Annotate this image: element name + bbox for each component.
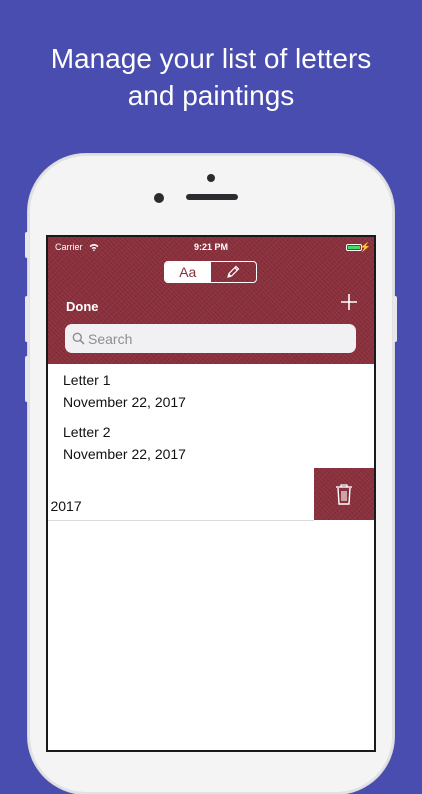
front-camera xyxy=(154,193,164,203)
plus-icon[interactable] xyxy=(340,293,358,311)
search-placeholder: Search xyxy=(88,331,133,347)
letter-date: ber 22, 2017 xyxy=(48,498,82,514)
status-time: 9:21 PM xyxy=(193,242,228,252)
headline: Manage your list of letters and painting… xyxy=(0,40,422,114)
row-separator xyxy=(48,520,314,521)
letter-date: November 22, 2017 xyxy=(63,394,186,410)
magnifier-icon xyxy=(72,332,85,345)
charging-icon: ⚡ xyxy=(359,242,371,252)
letter-date: November 22, 2017 xyxy=(63,446,186,462)
volume-up-button xyxy=(25,296,29,342)
list-item[interactable]: Letter 1 November 22, 2017 xyxy=(48,364,374,416)
mute-switch xyxy=(25,232,29,258)
proximity-sensor xyxy=(207,174,215,182)
pencil-icon xyxy=(227,265,240,278)
list-item-swiped[interactable]: s ber 22, 2017 xyxy=(48,468,314,520)
segment-drawing[interactable] xyxy=(211,262,257,282)
phone-screen: Carrier 9:21 PM ⚡ Aa Done Search Letter … xyxy=(48,237,374,750)
segment-text[interactable]: Aa xyxy=(165,262,211,282)
trash-icon xyxy=(336,484,352,505)
list-item[interactable]: Letter 2 November 22, 2017 xyxy=(48,416,374,468)
headline-line-1: Manage your list of letters xyxy=(50,43,372,74)
navigation-bar: Carrier 9:21 PM ⚡ Aa Done Search xyxy=(48,237,374,364)
status-bar: Carrier 9:21 PM ⚡ xyxy=(48,241,374,255)
earpiece-speaker xyxy=(186,194,238,200)
search-field[interactable]: Search xyxy=(65,324,356,353)
delete-button[interactable] xyxy=(314,468,374,520)
volume-down-button xyxy=(25,356,29,402)
letter-title: Letter 1 xyxy=(63,372,111,388)
headline-line-2: and paintings xyxy=(127,80,295,111)
letter-title: Letter 2 xyxy=(63,424,111,440)
done-button[interactable]: Done xyxy=(66,299,99,314)
power-button xyxy=(393,296,397,342)
mode-segmented-control[interactable]: Aa xyxy=(164,261,257,283)
